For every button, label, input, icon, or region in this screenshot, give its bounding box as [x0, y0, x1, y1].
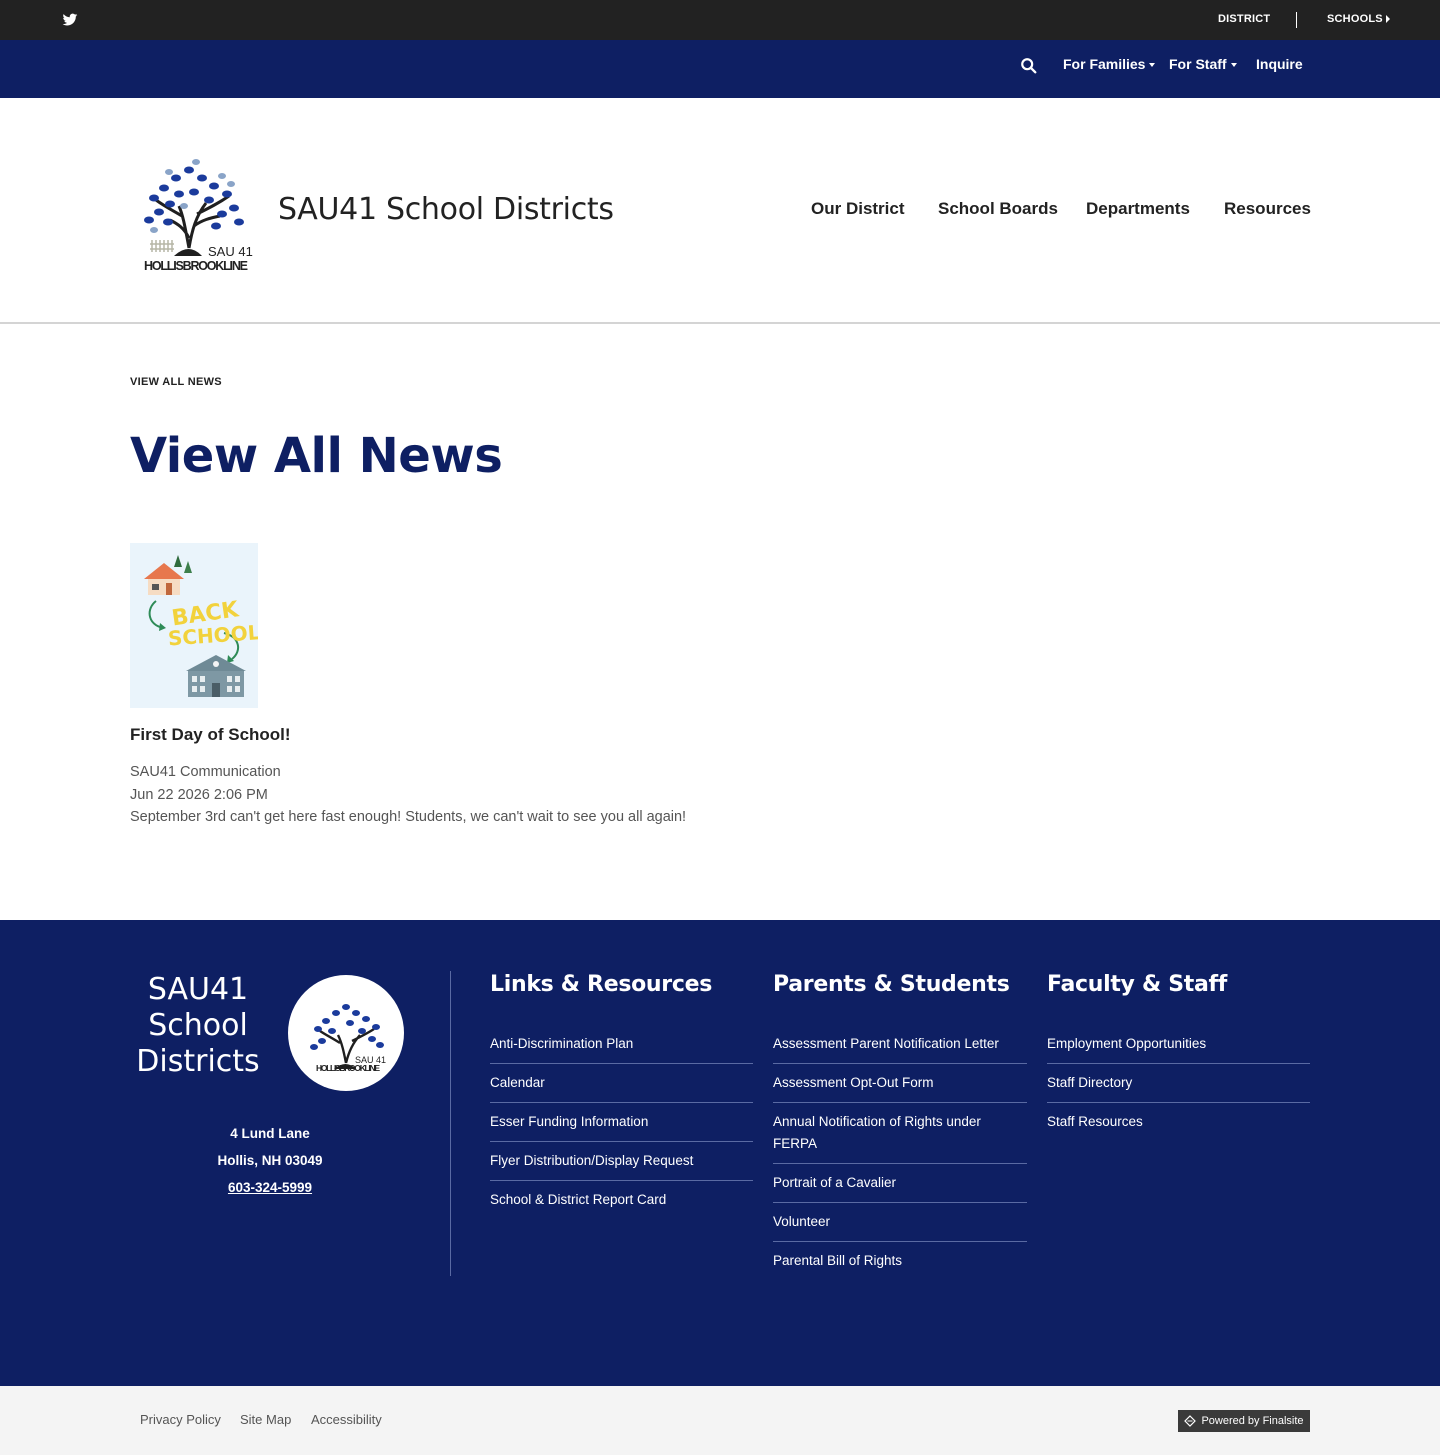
accessibility-link[interactable]: Accessibility — [311, 1412, 382, 1427]
breadcrumb[interactable]: VIEW ALL NEWS — [130, 376, 222, 388]
news-date: Jun 22 2026 2:06 PM — [130, 787, 268, 803]
footer-logo[interactable]: SAU 41 HOLLISBROOKLINE — [288, 975, 404, 1091]
powered-by-badge[interactable]: Powered by Finalsite — [1178, 1410, 1310, 1432]
nav-resources[interactable]: Resources — [1224, 199, 1311, 219]
site-header: SAU 41 HOLLISBROOKLINE SAU41 School Dist… — [0, 98, 1440, 324]
nav-for-staff[interactable]: For Staff — [1169, 56, 1237, 72]
footer-column-heading: Links & Resources — [490, 972, 712, 997]
finalsite-icon — [1184, 1415, 1197, 1427]
page-title: View All News — [130, 428, 503, 484]
site-footer: SAU41 School Districts SAU 41 HOLLISBROO… — [0, 920, 1440, 1386]
svg-text:HOLLISBROOKLINE: HOLLISBROOKLINE — [316, 1063, 380, 1073]
caret-down-icon — [1230, 63, 1237, 68]
footer-phone-link[interactable]: 603-324-5999 — [228, 1180, 312, 1195]
caret-down-icon — [1149, 63, 1156, 68]
caret-right-icon — [1386, 15, 1390, 23]
footer-address-line1: 4 Lund Lane — [230, 1126, 310, 1141]
news-summary: September 3rd can't get here fast enough… — [130, 809, 687, 825]
footer-brand: SAU41 School Districts — [136, 972, 260, 1079]
footer-link[interactable]: Parental Bill of Rights — [773, 1242, 1027, 1280]
back-to-school-illustration: BACK SCHOOL — [144, 555, 258, 697]
news-author: SAU41 Communication — [130, 764, 281, 780]
logo-text: SAU 41 — [208, 244, 253, 259]
footer-link[interactable]: Anti-Discrimination Plan — [490, 1025, 753, 1064]
footer-link[interactable]: Staff Resources — [1047, 1103, 1310, 1141]
schools-dropdown[interactable]: SCHOOLS — [1327, 13, 1383, 25]
footer-link[interactable]: Portrait of a Cavalier — [773, 1164, 1027, 1203]
site-title[interactable]: SAU41 School Districts — [278, 192, 614, 227]
district-link[interactable]: DISTRICT — [1218, 13, 1270, 25]
logo-text: HOLLISBROOKLINE — [144, 259, 248, 273]
footer-divider — [450, 971, 451, 1276]
footer-link[interactable]: Annual Notification of Rights under FERP… — [773, 1103, 1027, 1164]
thumb-text: SCHOOL — [167, 620, 258, 650]
search-icon[interactable] — [1020, 57, 1038, 75]
footer-link[interactable]: Calendar — [490, 1064, 753, 1103]
secondary-nav: For Families For Staff Inquire — [0, 40, 1440, 98]
site-map-link[interactable]: Site Map — [240, 1412, 291, 1427]
nav-for-families[interactable]: For Families — [1063, 56, 1156, 72]
footer-link[interactable]: Volunteer — [773, 1203, 1027, 1242]
bottom-bar: Privacy Policy Site Map Accessibility Po… — [0, 1386, 1440, 1455]
utility-divider — [1296, 12, 1297, 28]
utility-bar: DISTRICT SCHOOLS — [0, 0, 1440, 40]
footer-link[interactable]: Assessment Opt-Out Form — [773, 1064, 1027, 1103]
nav-inquire[interactable]: Inquire — [1256, 56, 1303, 72]
footer-column-links-resources: Links & Resources Anti-Discrimination Pl… — [490, 972, 753, 1219]
footer-link[interactable]: Flyer Distribution/Display Request — [490, 1142, 753, 1181]
footer-column-faculty-staff: Faculty & Staff Employment Opportunities… — [1047, 972, 1310, 1141]
twitter-icon[interactable] — [62, 12, 78, 28]
footer-link[interactable]: Esser Funding Information — [490, 1103, 753, 1142]
footer-address-line2: Hollis, NH 03049 — [217, 1153, 323, 1168]
nav-departments[interactable]: Departments — [1086, 199, 1190, 219]
nav-school-boards[interactable]: School Boards — [938, 199, 1058, 219]
news-title[interactable]: First Day of School! — [130, 725, 291, 745]
footer-link[interactable]: Employment Opportunities — [1047, 1025, 1310, 1064]
footer-column-heading: Faculty & Staff — [1047, 972, 1228, 997]
district-logo[interactable]: SAU 41 HOLLISBROOKLINE — [134, 148, 254, 276]
footer-column-parents-students: Parents & Students Assessment Parent Not… — [773, 972, 1027, 1280]
footer-link[interactable]: Assessment Parent Notification Letter — [773, 1025, 1027, 1064]
footer-link[interactable]: Staff Directory — [1047, 1064, 1310, 1103]
footer-link[interactable]: School & District Report Card — [490, 1181, 753, 1219]
news-thumbnail[interactable]: BACK SCHOOL — [130, 543, 258, 708]
privacy-policy-link[interactable]: Privacy Policy — [140, 1412, 221, 1427]
nav-our-district[interactable]: Our District — [811, 199, 905, 219]
footer-column-heading: Parents & Students — [773, 972, 1010, 997]
footer-phone-wrap: 603-324-5999 — [130, 1180, 410, 1195]
